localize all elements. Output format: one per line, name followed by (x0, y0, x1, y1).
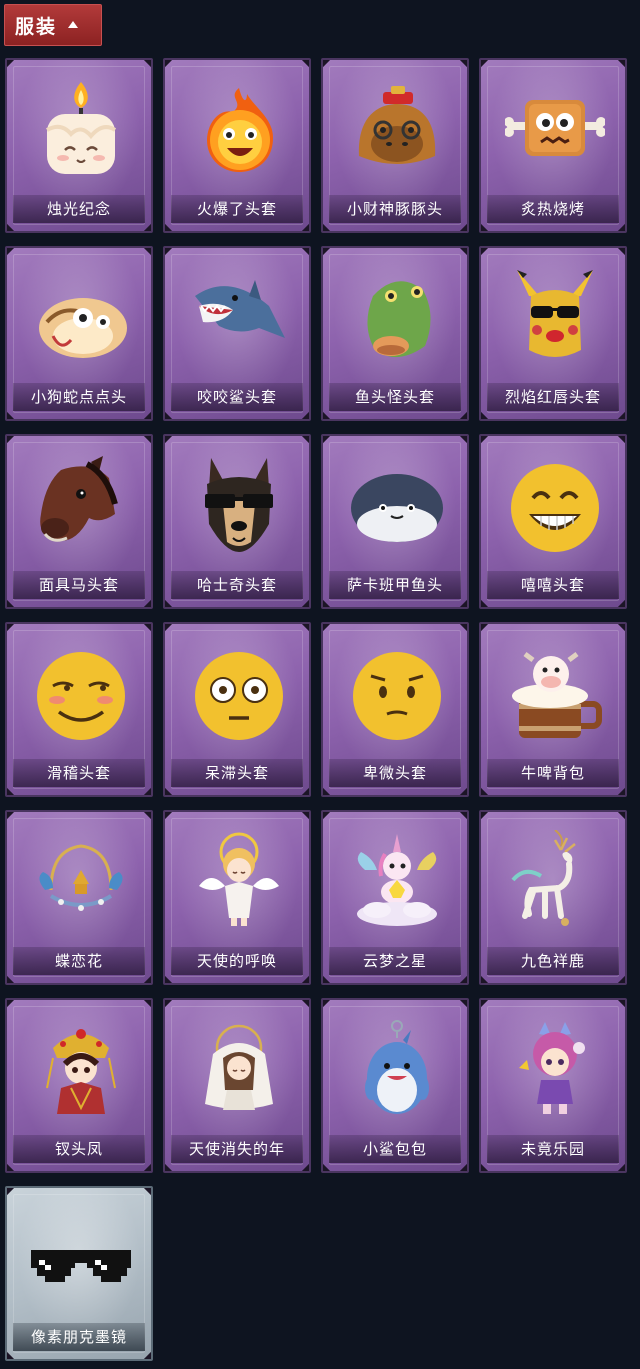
dog-snake-head-icon (31, 266, 131, 366)
item-label: 火爆了头套 (171, 195, 303, 223)
item-label: 小鲨包包 (329, 1135, 461, 1163)
item-card[interactable]: 火爆了头套 (163, 58, 311, 233)
item-label: 钗头凤 (13, 1135, 145, 1163)
item-card[interactable]: 萨卡班甲鱼头 (321, 434, 469, 609)
horse-head-icon (31, 454, 131, 554)
item-card[interactable]: 蝶恋花 (5, 810, 153, 985)
fish-monster-head-icon (347, 266, 447, 366)
shark-head-icon (189, 266, 289, 366)
section-title: 服装 (15, 15, 58, 38)
item-label: 呆滞头套 (171, 759, 303, 787)
item-card[interactable]: 烛光纪念 (5, 58, 153, 233)
pixel-sunglasses-icon (31, 1206, 131, 1306)
item-label: 鱼头怪头套 (329, 383, 461, 411)
item-label: 像素朋克墨镜 (13, 1323, 145, 1351)
veiled-angel-doll-icon (189, 1018, 289, 1118)
item-card[interactable]: 钗头凤 (5, 998, 153, 1173)
item-label: 萨卡班甲鱼头 (329, 571, 461, 599)
item-card[interactable]: 哈士奇头套 (163, 434, 311, 609)
item-label: 未竟乐园 (487, 1135, 619, 1163)
item-card[interactable]: 九色祥鹿 (479, 810, 627, 985)
item-label: 卑微头套 (329, 759, 461, 787)
item-label: 面具马头套 (13, 571, 145, 599)
item-label: 天使的呼唤 (171, 947, 303, 975)
item-card[interactable]: 天使的呼唤 (163, 810, 311, 985)
phoenix-crown-doll-icon (31, 1018, 131, 1118)
item-label: 云梦之星 (329, 947, 461, 975)
item-label: 小狗蛇点点头 (13, 383, 145, 411)
husky-head-icon (189, 454, 289, 554)
item-card[interactable]: 小鲨包包 (321, 998, 469, 1173)
item-card[interactable]: 小财神豚豚头 (321, 58, 469, 233)
angel-doll-icon (189, 830, 289, 930)
candle-head-icon (31, 78, 131, 178)
fire-head-icon (189, 78, 289, 178)
dream-park-doll-icon (505, 1018, 605, 1118)
shark-bag-icon (347, 1018, 447, 1118)
unicorn-cloud-icon (347, 830, 447, 930)
item-label: 咬咬鲨头套 (171, 383, 303, 411)
item-label: 烛光纪念 (13, 195, 145, 223)
item-card[interactable]: 云梦之星 (321, 810, 469, 985)
item-card[interactable]: 天使消失的年 (163, 998, 311, 1173)
item-label: 九色祥鹿 (487, 947, 619, 975)
humble-emoji-head-icon (347, 642, 447, 742)
butterfly-headdress-icon (31, 830, 131, 930)
dazed-emoji-head-icon (189, 642, 289, 742)
sacabambaspis-head-icon (347, 454, 447, 554)
item-card[interactable]: 滑稽头套 (5, 622, 153, 797)
item-card[interactable]: 炙热烧烤 (479, 58, 627, 233)
capybara-head-icon (347, 78, 447, 178)
item-card[interactable]: 鱼头怪头套 (321, 246, 469, 421)
item-label: 烈焰红唇头套 (487, 383, 619, 411)
item-card[interactable]: 小狗蛇点点头 (5, 246, 153, 421)
item-card[interactable]: 像素朋克墨镜 (5, 1186, 153, 1361)
item-label: 牛啤背包 (487, 759, 619, 787)
chevron-up-icon (67, 20, 79, 30)
item-label: 炙热烧烤 (487, 195, 619, 223)
item-label: 蝶恋花 (13, 947, 145, 975)
item-card[interactable]: 牛啤背包 (479, 622, 627, 797)
item-card[interactable]: 未竟乐园 (479, 998, 627, 1173)
item-card[interactable]: 面具马头套 (5, 434, 153, 609)
item-label: 天使消失的年 (171, 1135, 303, 1163)
item-label: 哈士奇头套 (171, 571, 303, 599)
grin-emoji-head-icon (505, 454, 605, 554)
red-lips-head-icon (505, 266, 605, 366)
funny-emoji-head-icon (31, 642, 131, 742)
deer-ornament-icon (505, 830, 605, 930)
section-tab-clothing[interactable]: 服装 (4, 4, 102, 46)
item-label: 嘻嘻头套 (487, 571, 619, 599)
item-card[interactable]: 烈焰红唇头套 (479, 246, 627, 421)
item-label: 小财神豚豚头 (329, 195, 461, 223)
item-card[interactable]: 卑微头套 (321, 622, 469, 797)
item-grid: 烛光纪念 火爆了头套 小财神豚豚头 炙热烧烤 小狗蛇点点头 咬咬鲨头套 鱼头怪头… (5, 58, 635, 1361)
cow-beer-backpack-icon (505, 642, 605, 742)
item-label: 滑稽头套 (13, 759, 145, 787)
item-card[interactable]: 呆滞头套 (163, 622, 311, 797)
item-card[interactable]: 嘻嘻头套 (479, 434, 627, 609)
bbq-head-icon (505, 78, 605, 178)
item-card[interactable]: 咬咬鲨头套 (163, 246, 311, 421)
